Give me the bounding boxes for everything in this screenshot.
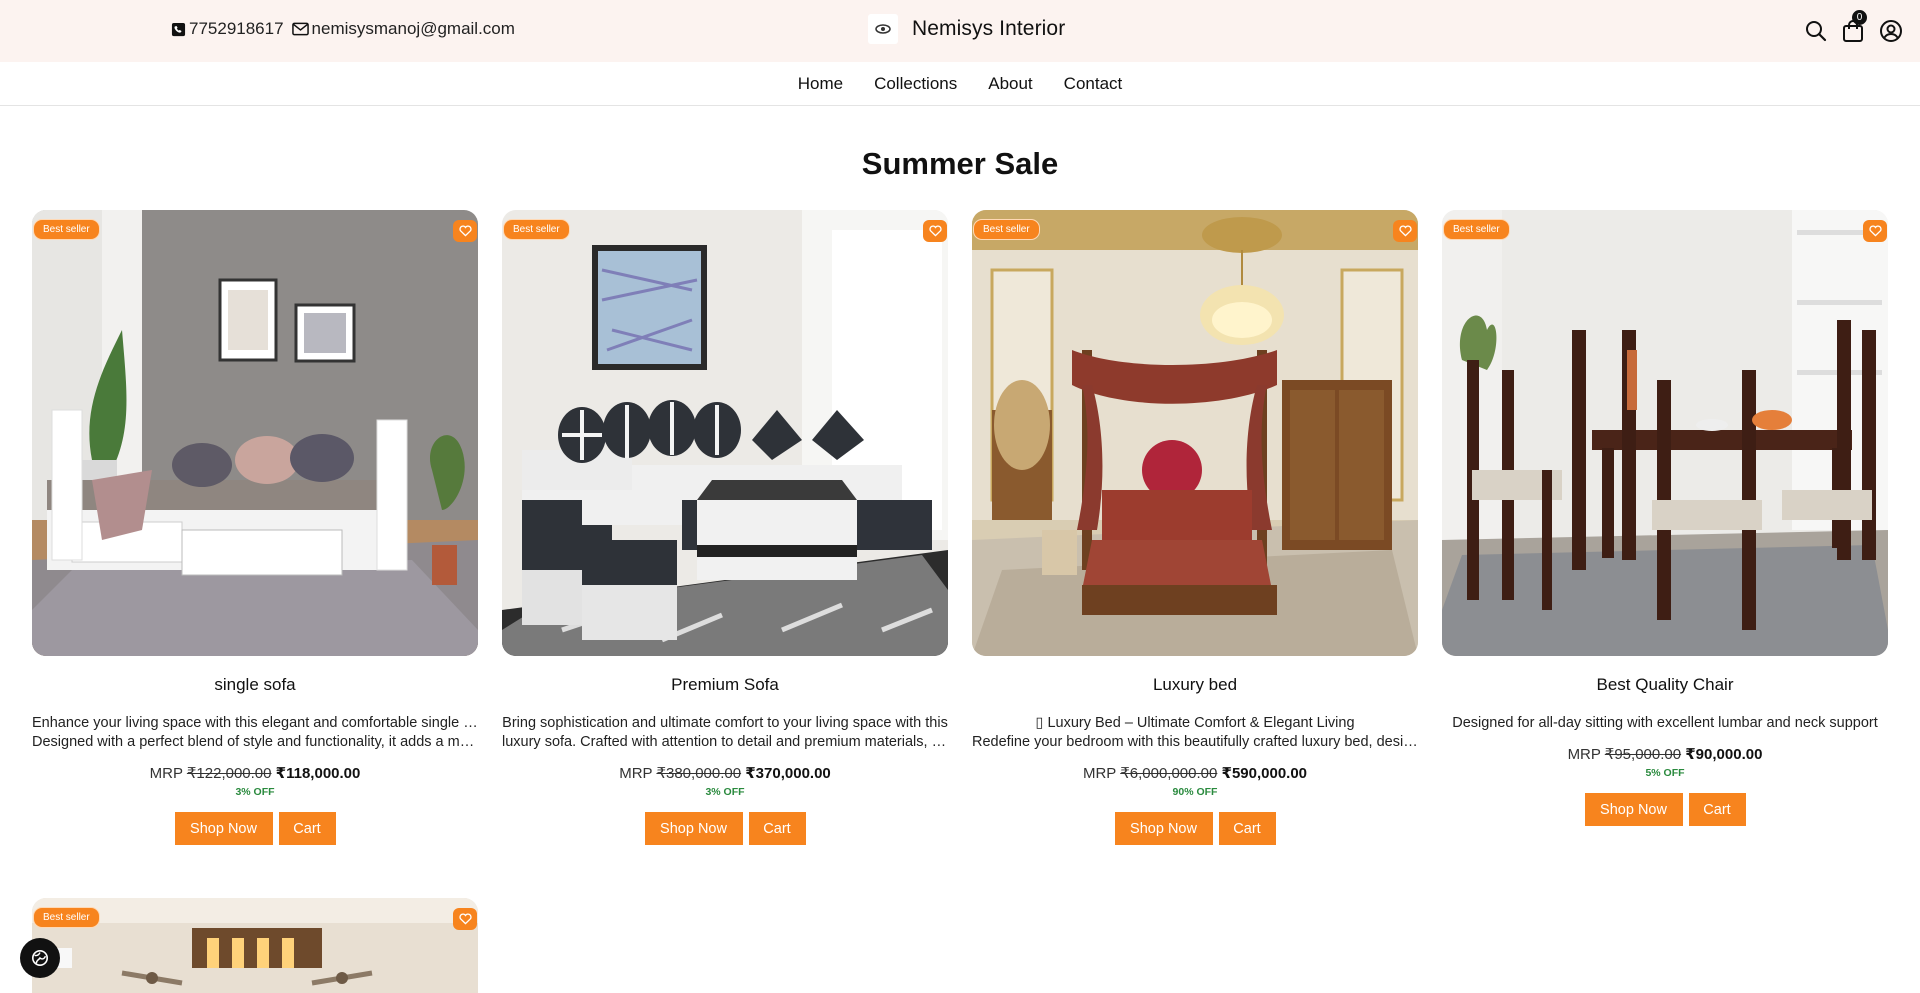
product-card: Best seller single sofa Enhance your liv… (32, 210, 478, 845)
add-to-cart-button[interactable]: Cart (1688, 793, 1746, 826)
discount-label: 90% OFF (1172, 786, 1218, 798)
cart-button[interactable]: 0 (1839, 10, 1867, 45)
product-image[interactable]: Best seller (1442, 210, 1888, 656)
discount-label: 3% OFF (235, 786, 275, 798)
product-title[interactable]: Premium Sofa (502, 675, 948, 697)
phone-contact[interactable]: 7752918617 (171, 19, 284, 39)
mail-icon (291, 22, 309, 36)
discount-label: 3% OFF (705, 786, 745, 798)
best-seller-badge: Best seller (973, 219, 1040, 240)
description-line: Designed for all-day sitting with excell… (1452, 715, 1878, 731)
product-image[interactable]: Best seller (502, 210, 948, 656)
product-price: MRP ₹95,000.00 ₹90,000.00 (1442, 745, 1888, 763)
product-price: MRP ₹6,000,000.00 ₹590,000.00 (972, 764, 1418, 782)
shop-now-button[interactable]: Shop Now (174, 812, 273, 845)
best-seller-badge: Best seller (1443, 219, 1510, 240)
section-title: Summer Sale (861, 146, 1059, 181)
product-actions: Shop Now Cart (972, 812, 1418, 845)
sale-price: ₹590,000.00 (1221, 765, 1308, 782)
account-button[interactable] (1877, 17, 1905, 45)
description-line: Redefine your bedroom with this beautifu… (972, 734, 1418, 750)
product-title[interactable]: Best Quality Chair (1442, 675, 1888, 697)
product-card: Best seller Premium Sofa Bring sophistic… (502, 210, 948, 845)
brand[interactable]: Nemisys Interior (868, 14, 1065, 44)
wishlist-button[interactable] (1863, 220, 1887, 242)
original-price: ₹122,000.00 (186, 765, 272, 782)
heart-icon (458, 225, 472, 237)
product-description: Bring sophistication and ultimate comfor… (502, 714, 948, 752)
wishlist-button[interactable] (453, 220, 477, 242)
description-line: Designed with a perfect blend of style a… (32, 734, 478, 750)
nav-contact[interactable]: Contact (1064, 74, 1123, 94)
phone-icon (171, 22, 186, 36)
discount-label: 5% OFF (1645, 767, 1685, 779)
sale-price: ₹118,000.00 (275, 765, 361, 782)
search-button[interactable] (1802, 17, 1830, 45)
description-line: luxury sofa. Crafted with attention to d… (502, 734, 948, 750)
nav-about[interactable]: About (988, 74, 1032, 94)
heart-icon (458, 913, 472, 925)
product-price: MRP ₹380,000.00 ₹370,000.00 (502, 764, 948, 782)
product-description: Designed for all-day sitting with excell… (1442, 714, 1888, 733)
mrp-label: MRP (1567, 746, 1601, 763)
description-line: Enhance your living space with this eleg… (32, 715, 478, 731)
product-description: Enhance your living space with this eleg… (32, 714, 478, 752)
add-to-cart-button[interactable]: Cart (278, 812, 336, 845)
user-icon (1880, 20, 1902, 42)
product-title[interactable]: single sofa (32, 675, 478, 697)
email-address: nemisysmanoj@gmail.com (311, 19, 515, 38)
mrp-label: MRP (149, 765, 183, 782)
description-line: Bring sophistication and ultimate comfor… (502, 715, 948, 731)
shop-now-button[interactable]: Shop Now (644, 812, 743, 845)
product-actions: Shop Now Cart (502, 812, 948, 845)
product-actions: Shop Now Cart (1442, 793, 1888, 826)
wishlist-button[interactable] (923, 220, 947, 242)
mrp-label: MRP (619, 765, 653, 782)
product-image[interactable]: Best seller (32, 210, 478, 656)
product-card: Best seller (32, 898, 478, 993)
accessibility-settings-button[interactable] (20, 938, 60, 978)
nav-collections[interactable]: Collections (874, 74, 957, 94)
brand-name: Nemisys Interior (912, 17, 1066, 40)
wishlist-button[interactable] (1393, 220, 1417, 242)
product-card: Best seller Luxury bed ▯ Luxury Bed – Ul… (972, 210, 1418, 845)
sale-price: ₹90,000.00 (1685, 746, 1763, 763)
product-image[interactable]: Best seller (972, 210, 1418, 656)
original-price: ₹6,000,000.00 (1120, 765, 1218, 782)
add-to-cart-button[interactable]: Cart (748, 812, 806, 845)
product-description: ▯ Luxury Bed – Ultimate Comfort & Elegan… (972, 714, 1418, 752)
wishlist-button[interactable] (453, 908, 477, 930)
main-nav: Home Collections About Contact (0, 62, 1920, 106)
product-actions: Shop Now Cart (32, 812, 478, 845)
product-image[interactable]: Best seller (32, 898, 478, 993)
product-title[interactable]: Luxury bed (972, 675, 1418, 697)
mrp-label: MRP (1082, 765, 1117, 782)
shop-now-button[interactable]: Shop Now (1114, 812, 1213, 845)
header-actions: 0 (1790, 10, 1920, 47)
nav-home[interactable]: Home (798, 74, 843, 94)
cart-count-badge: 0 (1852, 10, 1867, 25)
globe-settings-icon (31, 949, 49, 967)
description-line: ▯ Luxury Bed – Ultimate Comfort & Elegan… (1035, 715, 1355, 731)
add-to-cart-button[interactable]: Cart (1218, 812, 1276, 845)
original-price: ₹380,000.00 (656, 765, 742, 782)
top-header-bar: 7752918617 nemisysmanoj@gmail.com Nemisy… (0, 0, 1920, 62)
heart-icon (928, 225, 942, 237)
heart-icon (1398, 225, 1412, 237)
original-price: ₹95,000.00 (1604, 746, 1682, 763)
best-seller-badge: Best seller (33, 219, 100, 240)
best-seller-badge: Best seller (503, 219, 570, 240)
shop-now-button[interactable]: Shop Now (1584, 793, 1683, 826)
product-price: MRP ₹122,000.00 ₹118,000.00 (32, 764, 478, 782)
search-icon (1806, 21, 1827, 42)
sale-price: ₹370,000.00 (745, 765, 831, 782)
contact-info: 7752918617 nemisysmanoj@gmail.com (171, 19, 523, 39)
heart-icon (1868, 225, 1882, 237)
product-card: Best seller Best Quality Chair Designed … (1442, 210, 1888, 826)
best-seller-badge: Best seller (33, 907, 100, 928)
email-contact[interactable]: nemisysmanoj@gmail.com (291, 19, 515, 39)
phone-number: 7752918617 (189, 19, 284, 38)
brand-logo (868, 14, 898, 44)
